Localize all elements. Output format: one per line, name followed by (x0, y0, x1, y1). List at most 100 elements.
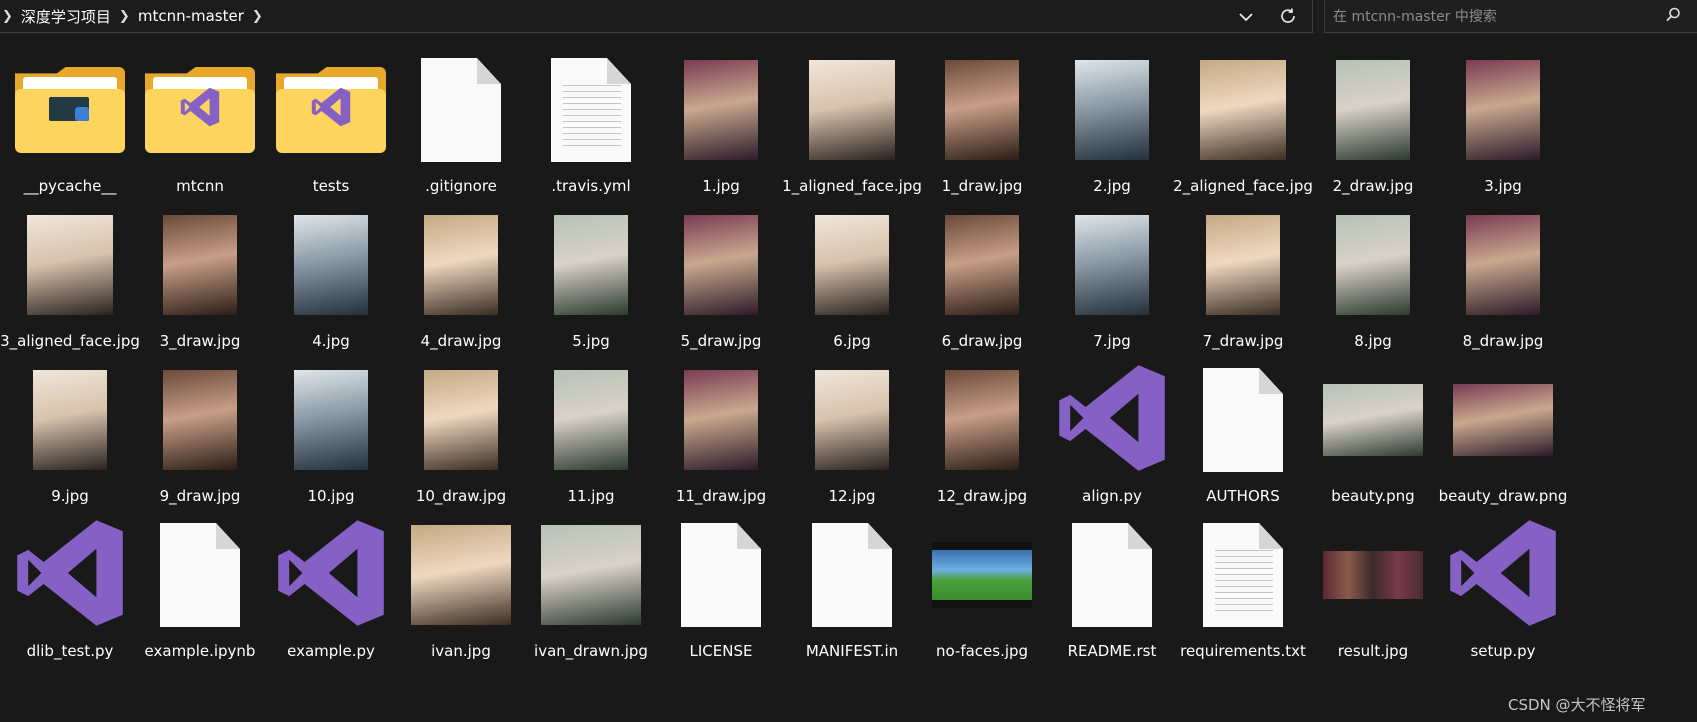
file-item[interactable]: 5.jpg (521, 209, 661, 369)
file-thumbnail[interactable] (261, 364, 401, 476)
file-thumbnail[interactable] (521, 364, 661, 476)
file-thumbnail[interactable] (1303, 54, 1443, 166)
file-thumbnail[interactable] (261, 519, 401, 631)
file-item[interactable]: example.py (261, 519, 401, 679)
file-thumbnail[interactable] (130, 54, 270, 166)
file-item[interactable]: 1_draw.jpg (912, 54, 1052, 214)
file-thumbnail[interactable] (912, 364, 1052, 476)
chevron-right-icon[interactable]: ❯ (0, 9, 15, 24)
chevron-right-icon[interactable]: ❯ (250, 9, 265, 24)
file-item[interactable]: 9_draw.jpg (130, 364, 270, 524)
chevron-down-icon[interactable] (1232, 6, 1260, 28)
file-item[interactable]: 11.jpg (521, 364, 661, 524)
file-thumbnail[interactable] (1042, 519, 1182, 631)
file-thumbnail[interactable] (391, 54, 531, 166)
file-thumbnail[interactable] (782, 364, 922, 476)
file-item[interactable]: 1.jpg (651, 54, 791, 214)
file-thumbnail[interactable] (1173, 519, 1313, 631)
file-item[interactable]: 12_draw.jpg (912, 364, 1052, 524)
file-item[interactable]: 10_draw.jpg (391, 364, 531, 524)
file-item[interactable]: 4.jpg (261, 209, 401, 369)
file-item[interactable]: mtcnn (130, 54, 270, 214)
file-thumbnail[interactable] (1433, 54, 1573, 166)
search-icon[interactable] (1664, 6, 1682, 28)
file-thumbnail[interactable] (782, 209, 922, 321)
file-thumbnail[interactable] (651, 364, 791, 476)
file-thumbnail[interactable] (1303, 519, 1443, 631)
file-thumbnail[interactable] (130, 364, 270, 476)
file-thumbnail[interactable] (1433, 209, 1573, 321)
file-thumbnail[interactable] (912, 54, 1052, 166)
search-input[interactable] (1331, 4, 1655, 30)
file-thumbnail[interactable] (521, 519, 661, 631)
file-thumbnail[interactable] (1303, 364, 1443, 476)
file-item[interactable]: result.jpg (1303, 519, 1443, 679)
file-item[interactable]: .travis.yml (521, 54, 661, 214)
file-thumbnail[interactable] (391, 364, 531, 476)
file-item[interactable]: 6_draw.jpg (912, 209, 1052, 369)
file-item[interactable]: .gitignore (391, 54, 531, 214)
file-item[interactable]: 11_draw.jpg (651, 364, 791, 524)
file-item[interactable]: 8_draw.jpg (1433, 209, 1573, 369)
file-item[interactable]: 6.jpg (782, 209, 922, 369)
file-thumbnail[interactable] (0, 364, 140, 476)
file-thumbnail[interactable] (1173, 54, 1313, 166)
file-thumbnail[interactable] (651, 209, 791, 321)
file-item[interactable]: example.ipynb (130, 519, 270, 679)
file-thumbnail[interactable] (782, 519, 922, 631)
file-thumbnail[interactable] (651, 519, 791, 631)
file-item[interactable]: 12.jpg (782, 364, 922, 524)
breadcrumb-item-mtcnn-master[interactable]: mtcnn-master (132, 7, 250, 25)
file-thumbnail[interactable] (1433, 519, 1573, 631)
file-thumbnail[interactable] (912, 519, 1052, 631)
file-item[interactable]: 8.jpg (1303, 209, 1443, 369)
file-thumbnail[interactable] (521, 209, 661, 321)
file-thumbnail[interactable] (391, 209, 531, 321)
file-thumbnail[interactable] (1173, 364, 1313, 476)
file-item[interactable]: 7_draw.jpg (1173, 209, 1313, 369)
file-item[interactable]: beauty.png (1303, 364, 1443, 524)
file-thumbnail[interactable] (0, 519, 140, 631)
file-thumbnail[interactable] (1042, 209, 1182, 321)
file-item[interactable]: 7.jpg (1042, 209, 1182, 369)
file-thumbnail[interactable] (782, 54, 922, 166)
file-item[interactable]: ivan_drawn.jpg (521, 519, 661, 679)
file-item[interactable]: setup.py (1433, 519, 1573, 679)
file-item[interactable]: 4_draw.jpg (391, 209, 531, 369)
file-item[interactable]: MANIFEST.in (782, 519, 922, 679)
file-thumbnail[interactable] (261, 54, 401, 166)
file-thumbnail[interactable] (0, 209, 140, 321)
file-item[interactable]: AUTHORS (1173, 364, 1313, 524)
file-item[interactable]: 5_draw.jpg (651, 209, 791, 369)
file-thumbnail[interactable] (912, 209, 1052, 321)
file-thumbnail[interactable] (1042, 364, 1182, 476)
file-item[interactable]: requirements.txt (1173, 519, 1313, 679)
file-item[interactable]: 10.jpg (261, 364, 401, 524)
file-thumbnail[interactable] (1042, 54, 1182, 166)
file-item[interactable]: dlib_test.py (0, 519, 140, 679)
file-item[interactable]: 1_aligned_face.jpg (782, 54, 922, 214)
file-thumbnail[interactable] (261, 209, 401, 321)
file-item[interactable]: LICENSE (651, 519, 791, 679)
file-item[interactable]: ivan.jpg (391, 519, 531, 679)
file-item[interactable]: 3_draw.jpg (130, 209, 270, 369)
file-thumbnail[interactable] (1303, 209, 1443, 321)
file-item[interactable]: 3_aligned_face.jpg (0, 209, 140, 369)
file-item[interactable]: align.py (1042, 364, 1182, 524)
file-item[interactable]: tests (261, 54, 401, 214)
file-item[interactable]: README.rst (1042, 519, 1182, 679)
file-item[interactable]: 2_draw.jpg (1303, 54, 1443, 214)
file-thumbnail[interactable] (1433, 364, 1573, 476)
file-thumbnail[interactable] (1173, 209, 1313, 321)
search-box[interactable] (1324, 0, 1697, 33)
file-thumbnail[interactable] (130, 519, 270, 631)
file-item[interactable]: __pycache__ (0, 54, 140, 214)
file-thumbnail[interactable] (130, 209, 270, 321)
breadcrumb-item-project[interactable]: 深度学习项目 (15, 6, 117, 27)
file-thumbnail[interactable] (391, 519, 531, 631)
file-item[interactable]: 3.jpg (1433, 54, 1573, 214)
file-item[interactable]: no-faces.jpg (912, 519, 1052, 679)
file-item[interactable]: beauty_draw.png (1433, 364, 1573, 524)
file-item[interactable]: 9.jpg (0, 364, 140, 524)
refresh-icon[interactable] (1276, 4, 1300, 28)
